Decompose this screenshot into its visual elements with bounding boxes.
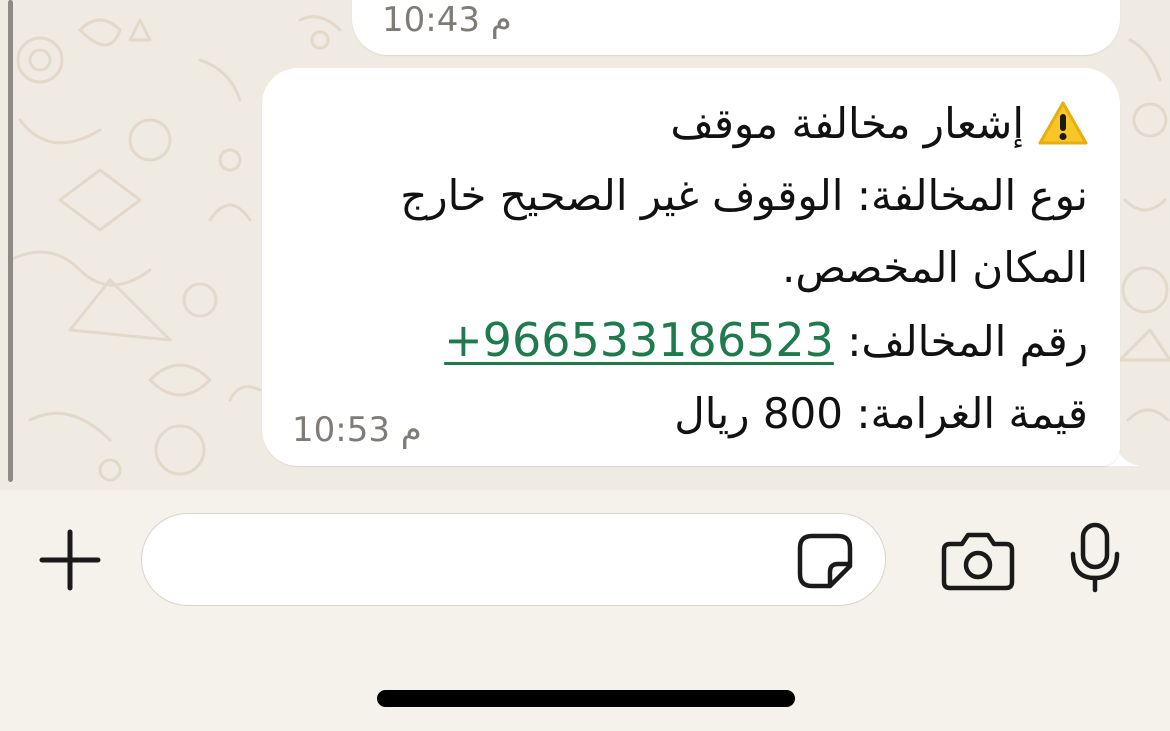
message-input[interactable] [141, 513, 886, 606]
home-indicator[interactable] [377, 690, 795, 707]
violation-type-line-1: نوع المخالفة: الوقوف غير الصحيح خارج [400, 171, 1088, 220]
fine-label: قيمة الغرامة: [856, 389, 1088, 438]
chat-area[interactable]: 10:43 م إشعار مخالفة موقف نوع المخالفة: … [0, 0, 1170, 490]
previous-message-time: 10:43 م [382, 0, 512, 40]
warning-sign-icon [1038, 100, 1088, 146]
message-text: إشعار مخالفة موقف نوع المخالفة: الوقوف غ… [288, 88, 1088, 450]
message-title: إشعار مخالفة موقف [670, 99, 1024, 148]
violator-number-line: رقم المخالف: +966533186523 [288, 304, 1088, 378]
message-time: 10:53 م [292, 410, 422, 450]
scroll-indicator[interactable] [8, 0, 13, 482]
violator-number-label: رقم المخالف: [847, 317, 1088, 366]
sticker-icon[interactable] [796, 532, 854, 590]
plus-icon[interactable] [36, 526, 104, 594]
fine-amount: 800 ريال [674, 389, 843, 438]
microphone-icon[interactable] [1068, 522, 1122, 594]
phone-number-link[interactable]: +966533186523 [444, 313, 834, 367]
camera-icon[interactable] [940, 530, 1016, 592]
message-title-line: إشعار مخالفة موقف [288, 88, 1088, 160]
violation-type-line-2: المكان المخصص. [781, 243, 1088, 292]
